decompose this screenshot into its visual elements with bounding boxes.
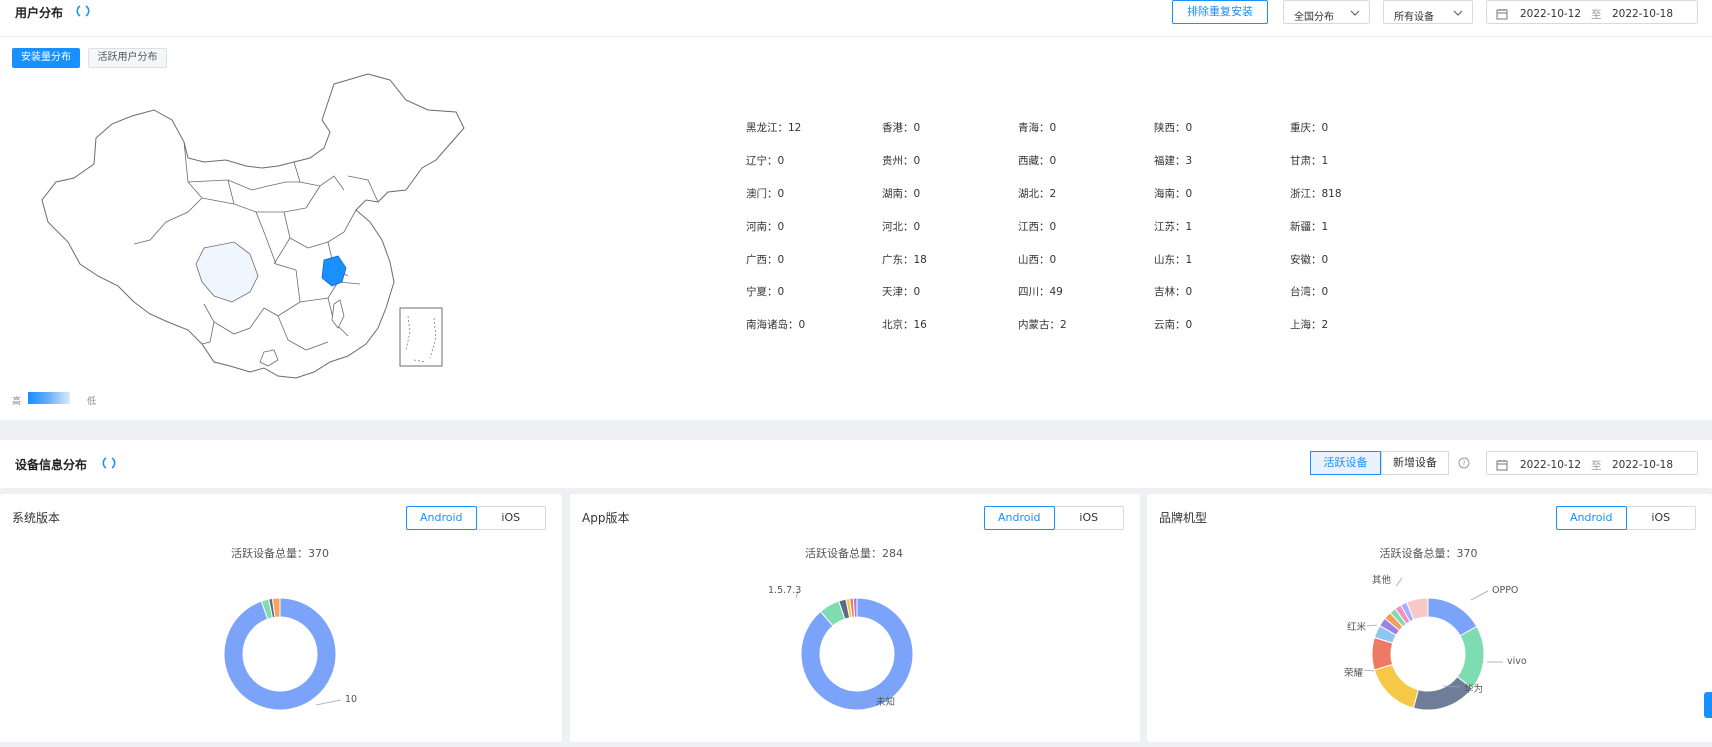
- province-stat: 重庆：0: [1290, 122, 1329, 134]
- slice-label: 其他: [1372, 575, 1392, 586]
- province-stat: 湖南：0: [882, 188, 921, 200]
- refresh-icon[interactable]: [102, 456, 116, 470]
- device-date-range-picker[interactable]: 2022-10-12 至 2022-10-18: [1486, 451, 1698, 475]
- legend-low-label: 低: [87, 397, 97, 407]
- chevron-down-icon: [1350, 10, 1360, 16]
- province-stat: 内蒙古：2: [1018, 319, 1067, 331]
- province-stat: 山东：1: [1154, 254, 1193, 266]
- province-stat: 黑龙江：12: [746, 122, 802, 134]
- label-leader-line: [1363, 669, 1375, 672]
- chevron-down-icon: [1453, 10, 1463, 16]
- slice-label: 荣耀: [1344, 668, 1364, 679]
- slice-label: 华为: [1464, 684, 1484, 695]
- china-map[interactable]: [38, 72, 468, 402]
- date-start[interactable]: 2022-10-12: [1520, 459, 1581, 471]
- label-leader-line: [1470, 590, 1489, 601]
- region-select[interactable]: 全国分布: [1283, 0, 1370, 24]
- legend-gradient-bar: [28, 392, 70, 404]
- label-leader-line: [1366, 624, 1378, 627]
- province-stat: 广西：0: [746, 254, 785, 266]
- slice-label: vivo: [1507, 656, 1527, 667]
- province-stat: 浙江：818: [1290, 188, 1342, 200]
- device-info-title: 设备信息分布: [15, 458, 88, 472]
- device-select-value: 所有设备: [1394, 12, 1434, 23]
- province-stat: 西藏：0: [1018, 155, 1057, 167]
- user-date-range-picker[interactable]: 2022-10-12 至 2022-10-18: [1486, 0, 1698, 24]
- province-stat: 青海：0: [1018, 122, 1057, 134]
- card-0: 系统版本 Android iOS 活跃设备总量：370 10: [0, 494, 562, 742]
- label-leader-line: [315, 699, 342, 706]
- tab-active-devices[interactable]: 活跃设备: [1310, 451, 1381, 475]
- svg-text:?: ?: [1462, 460, 1466, 468]
- province-stat: 上海：2: [1290, 319, 1329, 331]
- label-leader-line: [1395, 577, 1403, 587]
- province-stat: 江苏：1: [1154, 221, 1193, 233]
- date-start[interactable]: 2022-10-12: [1520, 8, 1581, 20]
- exclude-duplicate-install-button[interactable]: 排除重复安装: [1172, 0, 1268, 24]
- province-stat: 贵州：0: [882, 155, 921, 167]
- device-select[interactable]: 所有设备: [1383, 0, 1473, 24]
- province-stat: 广东：18: [882, 254, 927, 266]
- legend-high-label: 高: [12, 397, 22, 407]
- map-south-china-sea-inset: [399, 307, 443, 367]
- card-2: 品牌机型 Android iOS 活跃设备总量：370 OPPO vivo 华为 荣耀 红米 其他: [1147, 494, 1712, 742]
- header-divider: [0, 36, 1712, 37]
- province-stat: 吉林：0: [1154, 286, 1193, 298]
- province-stat: 山西：0: [1018, 254, 1057, 266]
- province-stat: 河北：0: [882, 221, 921, 233]
- province-stat: 江西：0: [1018, 221, 1057, 233]
- province-stat: 北京：16: [882, 319, 927, 331]
- tab-new-devices[interactable]: 新增设备: [1381, 451, 1449, 475]
- province-stat: 福建：3: [1154, 155, 1193, 167]
- date-end[interactable]: 2022-10-18: [1612, 459, 1673, 471]
- province-stat: 安徽：0: [1290, 254, 1329, 266]
- device-info-header-panel: 设备信息分布 活跃设备 新增设备 ? 2022-10-12 至 2022-10-…: [0, 440, 1712, 488]
- calendar-icon: [1496, 460, 1508, 471]
- province-stat: 河南：0: [746, 221, 785, 233]
- donut-chart[interactable]: [1147, 494, 1712, 734]
- province-stat: 海南：0: [1154, 188, 1193, 200]
- province-stat: 辽宁：0: [746, 155, 785, 167]
- region-select-value: 全国分布: [1294, 12, 1334, 23]
- side-collapse-handle[interactable]: [1704, 692, 1712, 718]
- tab-install-distribution[interactable]: 安装量分布: [12, 48, 80, 68]
- date-end[interactable]: 2022-10-18: [1612, 8, 1673, 20]
- slice-label: 10: [345, 694, 358, 705]
- card-1: App版本 Android iOS 活跃设备总量：284 未知 1.5.7.3: [570, 494, 1140, 742]
- donut-slice[interactable]: [1373, 663, 1419, 709]
- province-stat: 香港：0: [882, 122, 921, 134]
- province-stat: 澳门：0: [746, 188, 785, 200]
- user-distribution-title: 用户分布: [15, 6, 64, 20]
- province-stat: 南海诸岛：0: [746, 319, 806, 331]
- province-stat: 陕西：0: [1154, 122, 1193, 134]
- province-stat: 台湾：0: [1290, 286, 1329, 298]
- province-stat: 湖北：2: [1018, 188, 1057, 200]
- province-stat: 云南：0: [1154, 319, 1193, 331]
- date-separator: 至: [1591, 460, 1602, 472]
- tab-active-user-distribution[interactable]: 活跃用户分布: [88, 48, 167, 68]
- slice-label: 1.5.7.3: [768, 585, 802, 596]
- refresh-icon[interactable]: [76, 4, 90, 18]
- slice-label: OPPO: [1492, 585, 1519, 596]
- donut-chart[interactable]: [570, 494, 1140, 734]
- province-stat: 甘肃：1: [1290, 155, 1329, 167]
- slice-label: 未知: [876, 697, 896, 708]
- province-stat: 新疆：1: [1290, 221, 1329, 233]
- province-stat: 宁夏：0: [746, 286, 785, 298]
- province-stat: 四川：49: [1018, 286, 1063, 298]
- question-circle-icon[interactable]: ?: [1458, 457, 1470, 469]
- donut-slice[interactable]: [1456, 625, 1485, 690]
- calendar-icon: [1496, 9, 1508, 20]
- donut-chart[interactable]: [0, 494, 562, 734]
- date-separator: 至: [1591, 9, 1602, 21]
- user-distribution-panel: 用户分布 排除重复安装 全国分布 所有设备 2022-10-12 至 2022-…: [0, 0, 1712, 420]
- province-stat: 天津：0: [882, 286, 921, 298]
- slice-label: 红米: [1347, 622, 1367, 633]
